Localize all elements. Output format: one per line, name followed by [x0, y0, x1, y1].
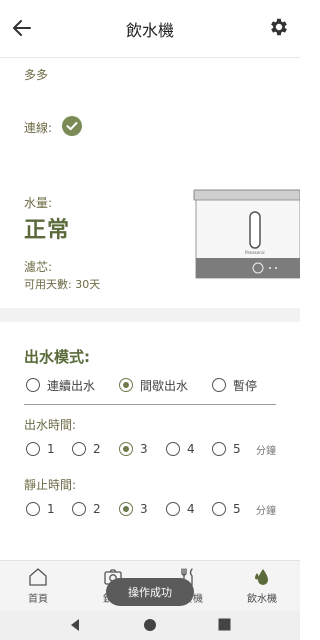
flow-time-option-4[interactable]: 4: [166, 438, 195, 460]
flow-time-option-5[interactable]: 5: [212, 438, 241, 460]
radio-button[interactable]: [72, 502, 86, 516]
option-label: 4: [187, 502, 195, 516]
radio-button[interactable]: [26, 502, 40, 516]
radio-button-selected[interactable]: [119, 378, 133, 392]
check-circle-icon: [62, 116, 82, 136]
pet-name: 多多: [24, 68, 49, 82]
nav-back-icon[interactable]: [68, 618, 82, 632]
option-label: 2: [93, 442, 101, 456]
rest-time-label: 靜止時間:: [24, 478, 77, 492]
nav-home-icon[interactable]: [143, 618, 157, 632]
mode-title: 出水模式:: [24, 348, 90, 366]
radio-button[interactable]: [212, 502, 226, 516]
option-label: 1: [47, 502, 55, 516]
radio-button[interactable]: [212, 378, 226, 392]
gear-icon[interactable]: [268, 16, 290, 38]
app-header: 飲水機: [0, 0, 300, 58]
rest-time-option-4[interactable]: 4: [166, 498, 195, 520]
mode-option-intermittent[interactable]: 間歇出水: [119, 374, 188, 396]
page-title: 飲水機: [125, 20, 174, 40]
section-divider: [0, 308, 300, 322]
flow-time-radio-group: 1 2 3 4 5 分鐘: [26, 438, 296, 460]
filter-label: 濾芯:: [24, 260, 53, 274]
radio-button[interactable]: [26, 378, 40, 392]
water-level-value: 正常: [24, 218, 71, 243]
home-icon: [29, 568, 47, 586]
radio-button[interactable]: [212, 442, 226, 456]
connection-label: 連線:: [24, 121, 53, 135]
option-label: 5: [233, 502, 241, 516]
option-label: 1: [47, 442, 55, 456]
tab-label: 首頁: [28, 594, 48, 605]
option-label: 4: [187, 442, 195, 456]
flow-time-label: 出水時間:: [24, 418, 77, 432]
rest-time-option-2[interactable]: 2: [72, 498, 101, 520]
toast-message: 操作成功: [106, 578, 194, 606]
flow-time-unit: 分鐘: [256, 446, 276, 457]
rest-time-option-5[interactable]: 5: [212, 498, 241, 520]
radio-button[interactable]: [26, 442, 40, 456]
system-nav-bar: [0, 610, 300, 640]
device-status-card: 多多 連線: 水量: 正常 濾芯: 可用天數: 30天 Panasonic: [0, 58, 300, 308]
option-label: 5: [233, 442, 241, 456]
mode-radio-group: 連續出水 間歇出水 暫停: [26, 374, 296, 396]
nav-recent-apps-icon[interactable]: [218, 618, 231, 631]
device-brand-text: Panasonic: [245, 250, 265, 255]
water-level-label: 水量:: [24, 196, 53, 210]
filter-remaining-days: 可用天數: 30天: [24, 278, 101, 291]
tab-water-dispenser[interactable]: 飲水機: [232, 561, 292, 611]
radio-button[interactable]: [166, 442, 180, 456]
option-label: 2: [93, 502, 101, 516]
mode-divider: [24, 404, 276, 405]
mode-option-label: 連續出水: [47, 378, 96, 393]
rest-time-radio-group: 1 2 3 4 5 分鐘: [26, 498, 296, 520]
radio-button-selected[interactable]: [119, 502, 133, 516]
water-dispenser-image: Panasonic: [193, 189, 300, 279]
mode-option-continuous[interactable]: 連續出水: [26, 374, 95, 396]
option-label: 3: [140, 442, 148, 456]
back-arrow-icon[interactable]: [10, 16, 34, 40]
flow-time-option-3[interactable]: 3: [119, 438, 148, 460]
mode-option-label: 間歇出水: [140, 378, 189, 393]
radio-button[interactable]: [72, 442, 86, 456]
radio-button[interactable]: [166, 502, 180, 516]
flow-time-option-1[interactable]: 1: [26, 438, 55, 460]
rest-time-option-1[interactable]: 1: [26, 498, 55, 520]
tab-label: 飲水機: [247, 594, 277, 605]
tab-home[interactable]: 首頁: [8, 561, 68, 611]
option-label: 3: [140, 502, 148, 516]
radio-button-selected[interactable]: [119, 442, 133, 456]
flow-time-option-2[interactable]: 2: [72, 438, 101, 460]
rest-time-option-3[interactable]: 3: [119, 498, 148, 520]
mode-option-label: 暫停: [233, 378, 258, 393]
rest-time-unit: 分鐘: [256, 506, 276, 517]
mode-option-pause[interactable]: 暫停: [212, 374, 257, 396]
settings-panel: 出水模式: 連續出水 間歇出水 暫停 出水時間: 1 2 3 4 5 分鐘 靜止…: [0, 322, 300, 560]
water-drop-icon: [255, 569, 268, 585]
